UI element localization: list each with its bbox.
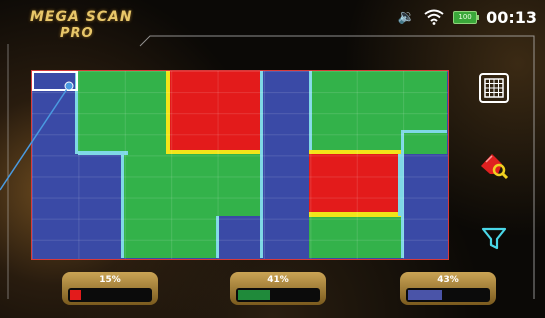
battery-level: 100 xyxy=(458,13,472,21)
speaker-icon[interactable]: 🔉 xyxy=(398,9,415,25)
scan-grid xyxy=(32,71,448,259)
legend-green-bar xyxy=(236,288,320,302)
legend-blue: 43% xyxy=(400,272,496,305)
scan-search-button[interactable] xyxy=(478,150,510,182)
scan-map[interactable] xyxy=(31,70,449,260)
app-logo: MEGA SCAN PRO xyxy=(30,9,140,45)
legend-green: 41% xyxy=(230,272,326,305)
grid-view-icon xyxy=(479,73,509,103)
battery-icon: 100 xyxy=(453,10,480,24)
grid-view-button[interactable] xyxy=(478,72,510,104)
wifi-icon xyxy=(424,9,444,25)
legend-blue-bar xyxy=(406,288,490,302)
status-bar: 🔉 100 00:13 xyxy=(398,6,537,28)
filter-icon xyxy=(481,227,507,250)
legend-red-label: 15% xyxy=(99,275,121,285)
clock: 00:13 xyxy=(486,7,537,27)
legend-red: 15% xyxy=(62,272,158,305)
legend-red-fill xyxy=(70,290,81,300)
logo-title: MEGA SCAN xyxy=(30,9,133,25)
legend-blue-label: 43% xyxy=(437,275,459,285)
legend-green-label: 41% xyxy=(267,275,289,285)
legend-blue-fill xyxy=(408,290,443,300)
selection-cursor[interactable] xyxy=(32,71,78,91)
legend-red-bar xyxy=(68,288,152,302)
scan-search-icon xyxy=(481,154,509,180)
filter-button[interactable] xyxy=(478,222,510,254)
legend-green-fill xyxy=(238,290,271,300)
logo-subtitle: PRO xyxy=(60,26,94,41)
